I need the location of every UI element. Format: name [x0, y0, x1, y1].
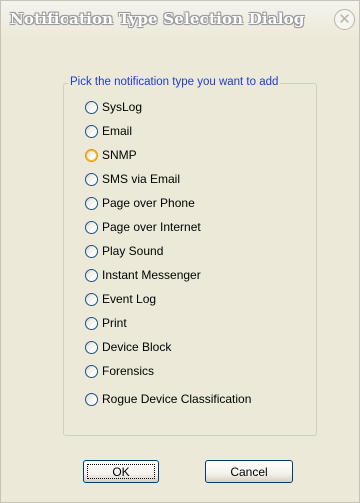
option-label: Page over Internet: [102, 220, 201, 234]
option-sms-via-email[interactable]: SMS via Email: [85, 170, 180, 188]
dialog-title: Notification Type Selection Dialog: [10, 10, 305, 28]
option-email[interactable]: Email: [85, 122, 132, 140]
notification-type-dialog: Notification Type Selection Dialog ✕ Pic…: [0, 0, 360, 503]
group-legend: Pick the notification type you want to a…: [68, 76, 281, 88]
option-label: SNMP: [102, 148, 137, 162]
option-label: SysLog: [102, 100, 143, 114]
radio-circle-icon[interactable]: [85, 292, 98, 306]
option-label: Page over Phone: [102, 196, 195, 210]
option-label: SMS via Email: [102, 172, 181, 186]
option-print[interactable]: Print: [85, 314, 127, 332]
option-device-block[interactable]: Device Block: [85, 338, 171, 356]
option-label: Print: [102, 316, 127, 330]
radio-circle-icon[interactable]: [85, 100, 98, 114]
option-snmp[interactable]: SNMP: [85, 146, 137, 164]
radio-circle-icon[interactable]: [85, 172, 98, 186]
close-icon: ✕: [338, 10, 351, 28]
close-button[interactable]: ✕: [334, 9, 355, 30]
option-page-over-phone[interactable]: Page over Phone: [85, 194, 195, 212]
option-syslog[interactable]: SysLog: [85, 98, 142, 116]
radio-circle-icon[interactable]: [85, 148, 98, 162]
cancel-button-label: Cancel: [230, 464, 268, 479]
option-instant-messenger[interactable]: Instant Messenger: [85, 266, 201, 284]
ok-button[interactable]: OK: [83, 460, 159, 483]
radio-circle-icon[interactable]: [85, 220, 98, 234]
radio-circle-icon[interactable]: [85, 340, 98, 354]
radio-circle-icon[interactable]: [85, 196, 98, 210]
option-event-log[interactable]: Event Log: [85, 290, 156, 308]
radio-circle-icon[interactable]: [85, 244, 98, 258]
radio-circle-icon[interactable]: [85, 392, 98, 406]
option-label: Play Sound: [102, 244, 164, 258]
option-label: Instant Messenger: [102, 268, 201, 282]
option-label: Device Block: [102, 340, 172, 354]
option-label: Email: [102, 124, 133, 138]
option-label: Rogue Device Classification: [102, 392, 252, 406]
option-label: Event Log: [102, 292, 157, 306]
radio-circle-icon[interactable]: [85, 268, 98, 282]
option-label: Forensics: [102, 364, 155, 378]
radio-circle-icon[interactable]: [85, 364, 98, 378]
option-rogue-device-classification[interactable]: Rogue Device Classification: [85, 390, 251, 408]
option-play-sound[interactable]: Play Sound: [85, 242, 163, 260]
focus-ring: [87, 464, 155, 479]
option-page-over-internet[interactable]: Page over Internet: [85, 218, 201, 236]
radio-circle-icon[interactable]: [85, 316, 98, 330]
title-bar: Notification Type Selection Dialog ✕: [1, 1, 359, 39]
option-forensics[interactable]: Forensics: [85, 362, 154, 380]
radio-circle-icon[interactable]: [85, 124, 98, 138]
cancel-button[interactable]: Cancel: [205, 460, 293, 483]
